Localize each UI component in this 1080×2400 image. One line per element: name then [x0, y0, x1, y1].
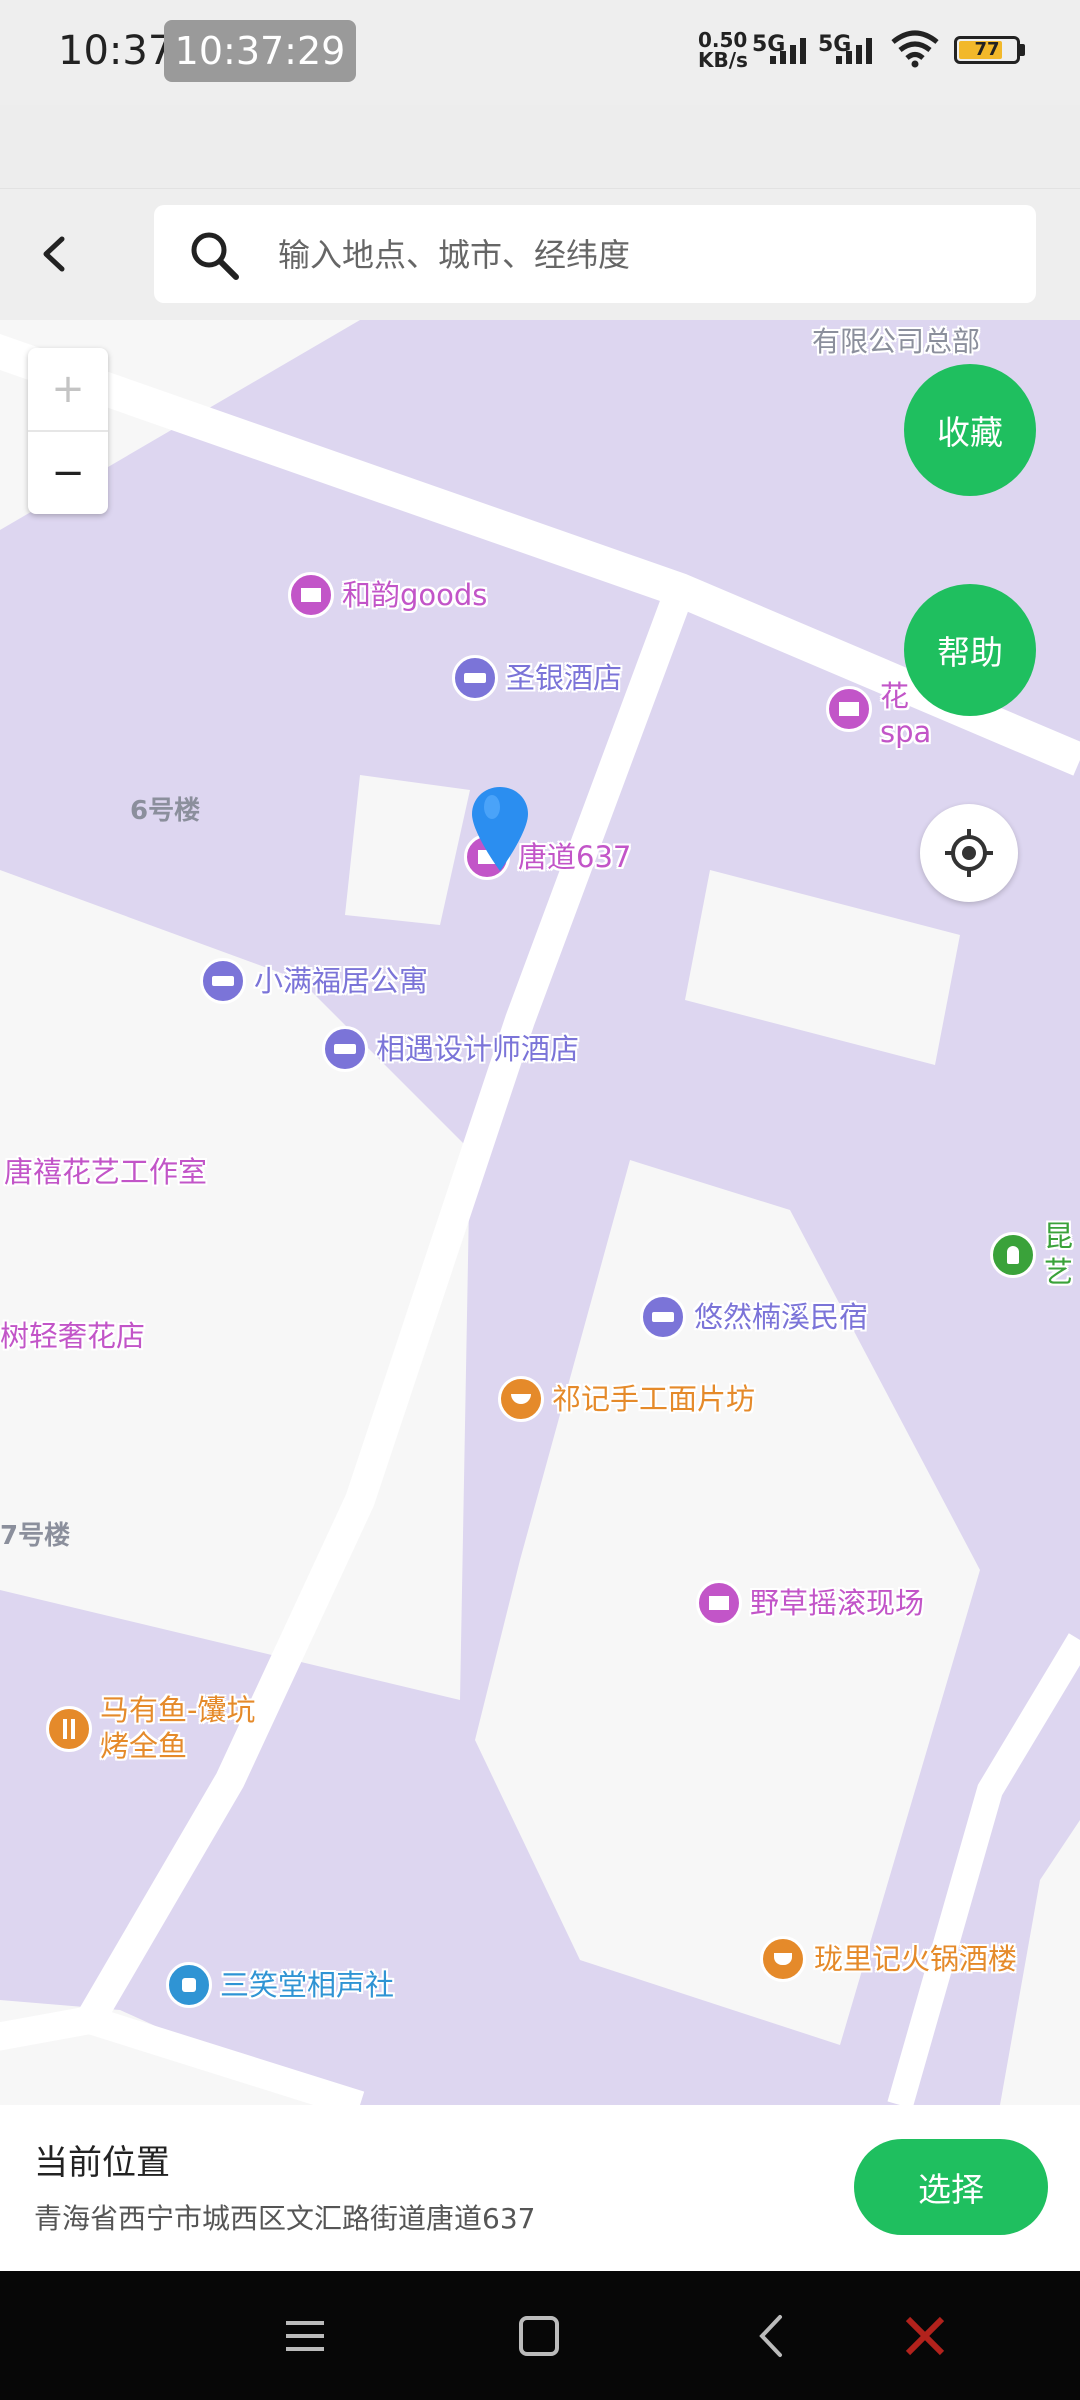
signal-2-icon — [836, 38, 872, 64]
bed-icon — [200, 958, 246, 1004]
title-bar-spacer — [0, 105, 1080, 188]
network-speed-value: 0.50 — [698, 28, 748, 52]
zoom-in-button[interactable]: + — [28, 348, 108, 432]
search-bar — [0, 188, 1080, 321]
fork-knife-icon — [46, 1706, 92, 1752]
battery-tip — [1020, 44, 1025, 56]
map-poi-label-line2: spa — [880, 715, 932, 749]
map-poi[interactable]: 野草摇滚现场 — [696, 1580, 924, 1626]
map-poi[interactable]: 圣银酒店 — [452, 655, 622, 701]
map-poi-label: 珑里记火锅酒楼 — [814, 1942, 1018, 1976]
map-poi-label: 三笑堂相声社 — [220, 1968, 395, 2002]
map-poi[interactable]: 花 spa — [826, 678, 931, 750]
map-poi[interactable]: 悠然楠溪民宿 — [640, 1294, 868, 1340]
system-nav-bar — [0, 2271, 1080, 2400]
map-poi-label: 树轻奢花店 — [0, 1319, 146, 1353]
search-input[interactable] — [276, 205, 1020, 305]
shop-icon — [696, 1580, 742, 1626]
map-poi-label: 圣银酒店 — [506, 661, 623, 695]
current-location-address: 青海省西宁市城西区文汇路街道唐道637 — [34, 2202, 536, 2235]
map-poi-label: 和韵goods — [342, 578, 488, 612]
map-poi[interactable]: 祁记手工面片坊 — [498, 1376, 755, 1422]
bed-icon — [322, 1026, 368, 1072]
battery-level: 77 — [974, 39, 1000, 60]
bed-icon — [452, 655, 498, 701]
map-label: 有限公司总部 — [812, 324, 980, 360]
map-poi[interactable]: 树轻奢花店 — [0, 1318, 145, 1354]
select-button[interactable]: 选择 — [854, 2139, 1048, 2235]
help-button[interactable]: 帮助 — [904, 584, 1036, 716]
map-poi-label: 野草摇滚现场 — [750, 1586, 925, 1620]
time-chip: 10:37:29 — [164, 20, 356, 82]
zoom-out-button[interactable]: − — [28, 432, 108, 514]
map-block — [345, 775, 470, 925]
map-label-text: 有限公司总部 — [812, 325, 981, 358]
nav-back-icon[interactable] — [748, 2311, 798, 2361]
map-poi-label: 昆 — [1044, 1219, 1074, 1253]
map-poi[interactable]: 三笑堂相声社 — [166, 1962, 394, 2008]
current-location-title: 当前位置 — [34, 2143, 170, 2183]
crosshair-icon — [945, 829, 993, 877]
network-speed-unit: KB/s — [698, 48, 748, 72]
building-label: 6号楼 — [130, 796, 201, 826]
network-speed: 0.50 KB/s — [698, 30, 748, 70]
map-view[interactable]: + − 有限公司总部 6号楼 7号楼 和韵goods 圣银酒店 花 spa 唐道… — [0, 320, 1080, 2105]
map-poi[interactable]: 珑里记火锅酒楼 — [760, 1936, 1017, 1982]
battery-icon: 77 — [954, 36, 1020, 64]
status-time: 10:37 — [58, 28, 174, 74]
home-icon[interactable] — [514, 2311, 564, 2361]
zoom-control: + − — [28, 348, 108, 514]
map-poi-label: 悠然楠溪民宿 — [694, 1300, 869, 1334]
map-poi-label-line2: 烤全鱼 — [100, 1729, 188, 1763]
shop-icon — [826, 686, 872, 732]
map-poi[interactable]: 昆 艺 — [990, 1218, 1073, 1290]
signal-1-icon — [770, 38, 806, 64]
culture-icon — [166, 1962, 212, 2008]
map-block — [685, 870, 960, 1065]
location-marker-icon — [472, 787, 528, 871]
map-poi[interactable]: 唐禧花艺工作室 — [4, 1154, 207, 1190]
locate-button[interactable] — [920, 804, 1018, 902]
map-poi-label: 唐禧花艺工作室 — [4, 1155, 208, 1189]
map-base — [0, 320, 1080, 2105]
search-box[interactable] — [154, 205, 1036, 305]
tree-icon — [990, 1232, 1036, 1278]
bed-icon — [640, 1294, 686, 1340]
map-poi-label: 祁记手工面片坊 — [552, 1382, 756, 1416]
bowl-icon — [498, 1376, 544, 1422]
watermark-logo-icon — [905, 2316, 945, 2356]
map-poi[interactable]: 马有鱼-馕坑 烤全鱼 — [46, 1692, 255, 1764]
map-poi[interactable]: 和韵goods — [288, 572, 487, 618]
status-bar: 10:37 10:37:29 0.50 KB/s 5G 5G 77 — [0, 0, 1080, 105]
menu-icon[interactable] — [280, 2311, 330, 2361]
back-arrow-icon[interactable] — [30, 229, 80, 279]
map-poi-label: 相遇设计师酒店 — [376, 1032, 580, 1066]
building-label: 7号楼 — [0, 1521, 71, 1551]
current-location-panel: 当前位置 青海省西宁市城西区文汇路街道唐道637 选择 — [0, 2105, 1080, 2271]
map-poi[interactable]: 相遇设计师酒店 — [322, 1026, 579, 1072]
hotpot-icon — [760, 1936, 806, 1982]
map-poi-label: 小满福居公寓 — [254, 964, 429, 998]
favorite-button[interactable]: 收藏 — [904, 364, 1036, 496]
search-icon — [191, 232, 239, 280]
map-poi-label-line2: 艺 — [1044, 1255, 1074, 1289]
shop-icon — [288, 572, 334, 618]
map-poi[interactable]: 小满福居公寓 — [200, 958, 428, 1004]
map-poi-label: 唐道637 — [518, 840, 632, 874]
map-poi-label: 马有鱼-馕坑 — [100, 1693, 256, 1727]
wifi-icon — [891, 30, 939, 68]
